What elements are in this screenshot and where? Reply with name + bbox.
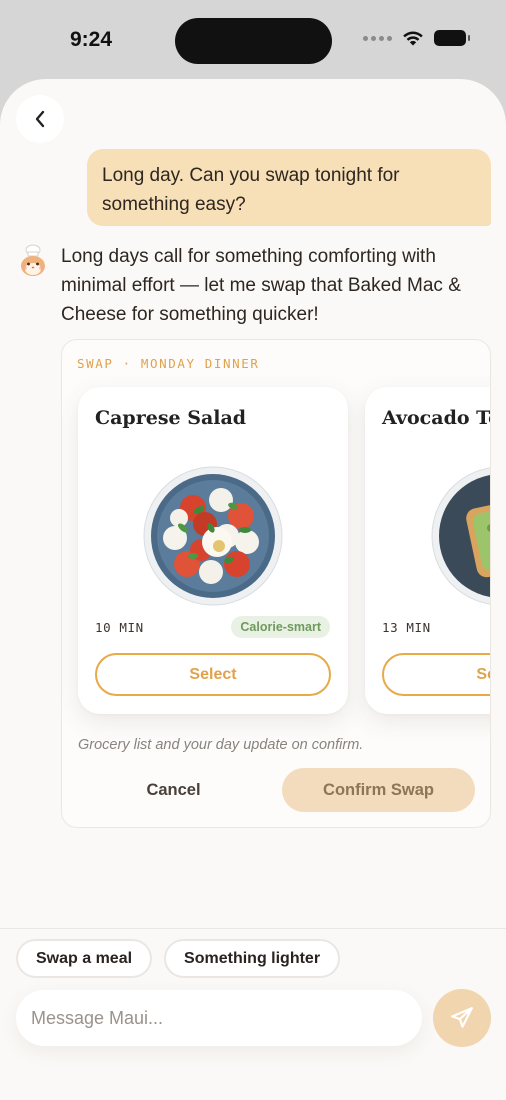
signal-icon — [363, 35, 392, 41]
assistant-avatar — [21, 244, 45, 276]
select-button[interactable]: Select — [382, 653, 490, 696]
paper-plane-icon — [451, 1007, 473, 1028]
cancel-button[interactable]: Cancel — [78, 768, 269, 812]
user-message-bubble: Long day. Can you swap tonight for somet… — [87, 149, 491, 226]
chevron-left-icon — [35, 110, 45, 128]
quick-replies: Swap a meal Something lighter — [16, 939, 341, 978]
meal-time: 10 MIN — [95, 620, 144, 635]
assistant-message: Long days call for something comforting … — [61, 246, 461, 325]
status-time: 9:24 — [70, 28, 113, 51]
swap-card: SWAP · MONDAY DINNER Caprese Salad 10 MI… — [61, 339, 491, 828]
battery-icon — [434, 30, 470, 46]
select-button[interactable]: Select — [95, 653, 331, 696]
calorie-smart-badge: Calorie-smart — [231, 616, 330, 638]
status-bar: 9:24 — [0, 0, 506, 80]
quick-reply-something-lighter[interactable]: Something lighter — [164, 939, 341, 978]
quick-reply-swap-a-meal[interactable]: Swap a meal — [16, 939, 153, 978]
message-input[interactable] — [16, 990, 422, 1046]
meal-card-avocado-toast[interactable]: Avocado Toast 13 MIN Select — [365, 387, 490, 714]
status-icons — [363, 30, 470, 46]
dynamic-island — [175, 18, 332, 64]
confirm-swap-button[interactable]: Confirm Swap — [282, 768, 475, 812]
meal-time: 13 MIN — [382, 620, 431, 635]
back-button[interactable] — [16, 95, 64, 143]
chat-sheet: Long day. Can you swap tonight for somet… — [0, 79, 506, 1100]
caprese-salad-image — [143, 466, 283, 606]
meal-title: Avocado Toast — [382, 407, 490, 429]
wifi-icon — [403, 31, 423, 46]
divider — [0, 928, 506, 929]
meal-card-caprese-salad[interactable]: Caprese Salad 10 MIN Calorie-smart Selec… — [78, 387, 348, 714]
avocado-toast-image — [431, 467, 490, 605]
send-button[interactable] — [433, 989, 491, 1047]
meal-carousel[interactable]: Caprese Salad 10 MIN Calorie-smart Selec… — [62, 387, 490, 727]
meal-title: Caprese Salad — [95, 407, 247, 429]
swap-label: SWAP · MONDAY DINNER — [77, 356, 260, 371]
swap-note: Grocery list and your day update on conf… — [78, 737, 364, 753]
